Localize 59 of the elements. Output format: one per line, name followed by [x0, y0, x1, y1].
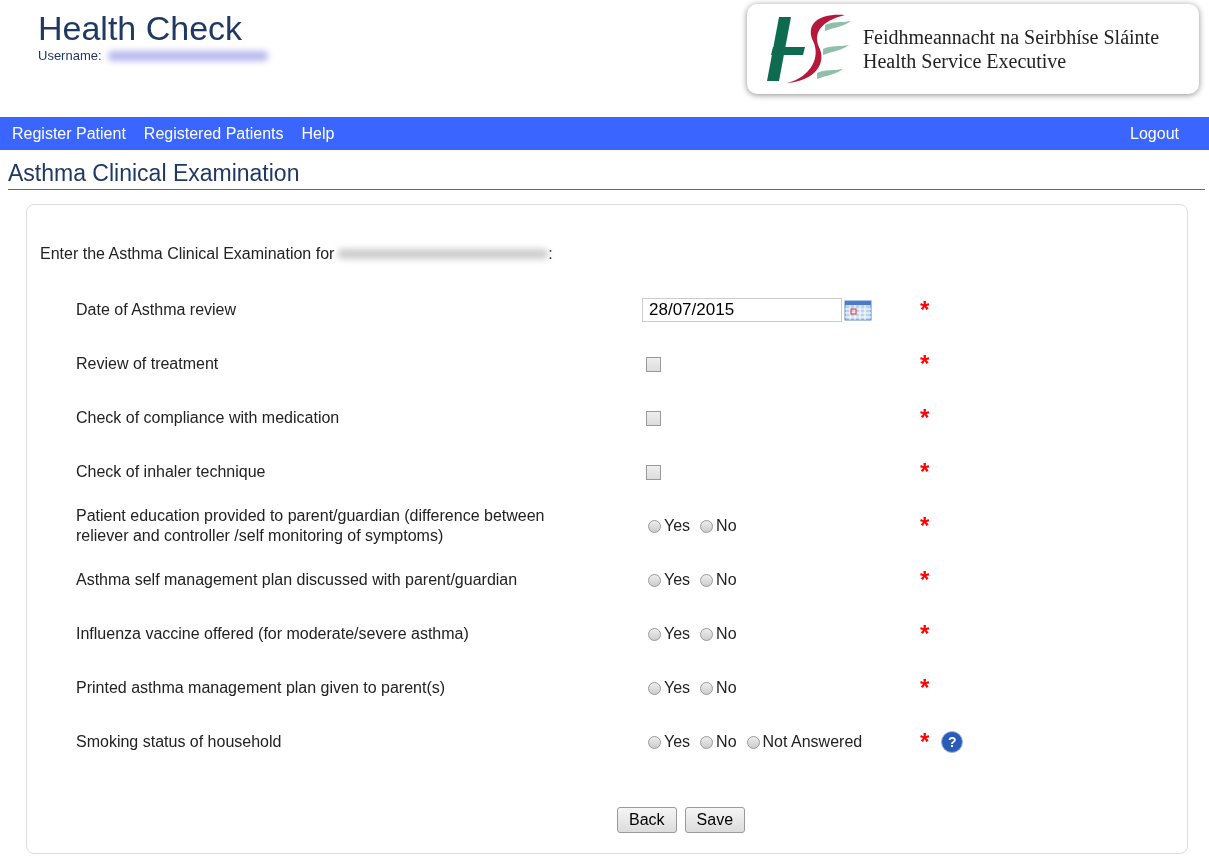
app-title: Health Check [38, 8, 244, 48]
radio-label: Yes [664, 679, 691, 697]
field-label: Printed asthma management plan given to parent(s) [75, 678, 447, 698]
radio-label: Yes [664, 517, 691, 535]
nav-link[interactable]: Register Patient [12, 124, 126, 143]
radio-button[interactable] [700, 681, 714, 695]
required-mark: * [920, 516, 930, 536]
radio-button[interactable] [648, 681, 661, 695]
page-title: Asthma Clinical Examination [8, 150, 1205, 190]
field-label: Asthma self management plan discussed with parent/guardian [75, 570, 519, 590]
field-label: Smoking status of household [75, 732, 283, 752]
radio-label: No [716, 571, 737, 589]
date-field[interactable]: 28/07/2015 [642, 298, 842, 322]
form-button[interactable]: Back [617, 807, 677, 833]
field-label: Patient education provided to parent/guardian (difference between reliever and controller /self monitoring of symptoms) [75, 506, 546, 546]
radio-label: No [716, 625, 737, 643]
logo-text: Feidhmeannacht na Seirbhíse Sláinte [863, 25, 1160, 49]
help-icon[interactable]: ? [941, 731, 964, 753]
radio-button[interactable] [746, 735, 760, 749]
radio-button[interactable] [648, 627, 661, 641]
calendar-icon[interactable] [844, 299, 872, 321]
logo-text: Health Service Executive [863, 49, 1068, 73]
form-button[interactable]: Save [684, 807, 746, 833]
radio-button[interactable] [648, 519, 661, 533]
radio-button[interactable] [700, 735, 714, 749]
field-label: Check of inhaler technique [75, 462, 267, 482]
checkbox[interactable] [646, 410, 661, 426]
intro-text: Enter the Asthma Clinical Examination for [40, 245, 335, 263]
radio-button[interactable] [648, 573, 661, 587]
radio-label: No [716, 679, 737, 697]
radio-label: Yes [664, 625, 691, 643]
required-mark: * [920, 570, 930, 590]
radio-label: Yes [664, 571, 691, 589]
field-label: Review of treatment [75, 354, 220, 374]
radio-button[interactable] [700, 519, 714, 533]
required-mark: * [920, 354, 930, 374]
intro-colon: : [548, 245, 553, 263]
required-mark: * [920, 678, 930, 698]
checkbox[interactable] [646, 464, 661, 480]
required-mark: * [920, 732, 930, 752]
radio-label: No [716, 733, 737, 751]
radio-label: No [716, 517, 737, 535]
required-mark: * [920, 300, 930, 320]
radio-label: Yes [664, 733, 691, 751]
logout-link[interactable]: Logout [1130, 124, 1179, 143]
radio-button[interactable] [648, 735, 661, 749]
required-mark: * [920, 408, 930, 428]
radio-button[interactable] [700, 573, 714, 587]
radio-button[interactable] [700, 627, 714, 641]
username-label: Username: [38, 48, 102, 63]
nav-link[interactable]: Registered Patients [143, 124, 284, 143]
required-mark: * [920, 462, 930, 482]
field-label: Influenza vaccine offered (for moderate/severe asthma) [75, 624, 470, 644]
nav-link[interactable]: Help [301, 124, 335, 143]
field-label: Date of Asthma review [75, 300, 238, 320]
required-mark: * [920, 624, 930, 644]
checkbox[interactable] [646, 356, 661, 372]
radio-label: Not Answered [762, 733, 863, 751]
field-label: Check of compliance with medication [75, 408, 341, 428]
